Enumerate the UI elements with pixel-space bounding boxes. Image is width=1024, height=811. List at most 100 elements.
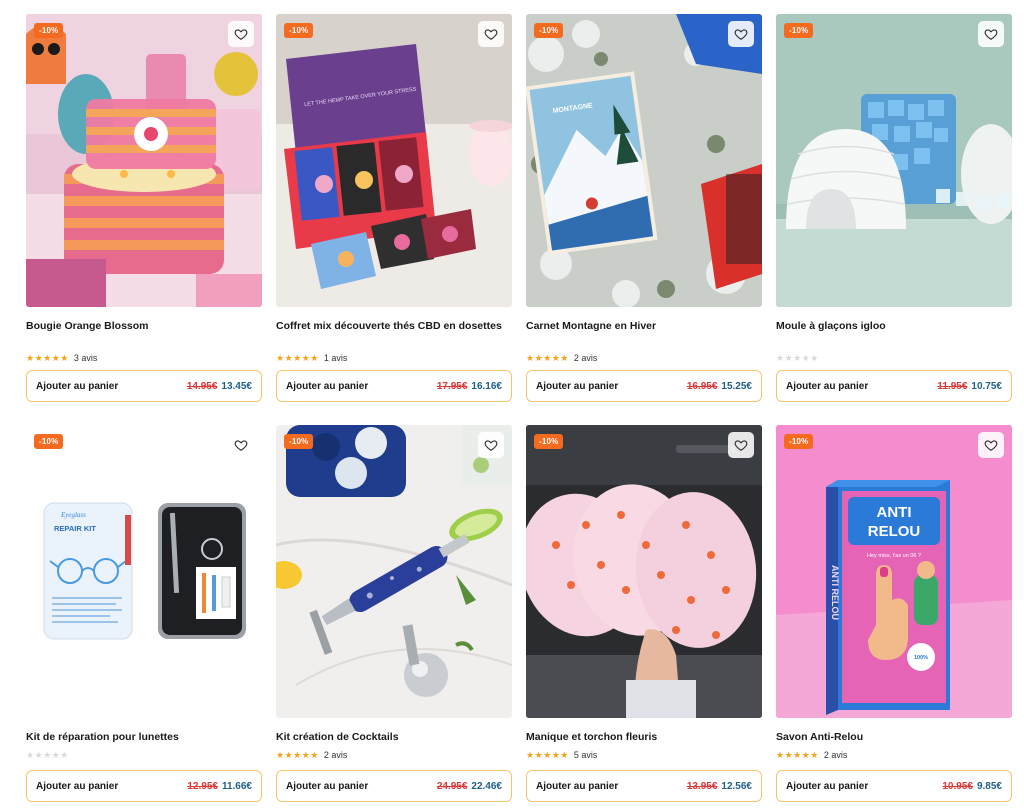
- heart-outline-icon: [734, 29, 748, 40]
- product-image[interactable]: Eyeglass REPAIR KIT -10%: [26, 425, 262, 718]
- product-image[interactable]: LET THE HEMP TAKE OVER YOUR STRESS -10%: [276, 14, 512, 307]
- old-price: 24.95€: [436, 780, 468, 792]
- product-rating: ★★★★★ 2 avis: [526, 351, 762, 365]
- product-card: MONTAGNE -10% Carnet Montagne en Hiver ★…: [526, 14, 762, 402]
- product-card: Eyeglass REPAIR KIT -10% Kit de réparati…: [26, 425, 262, 802]
- new-price: 15.25€: [721, 380, 752, 392]
- product-image[interactable]: -10%: [26, 14, 262, 307]
- igloo-mold-photo: [776, 14, 1012, 307]
- rating-stars: ★★★★★: [26, 352, 69, 363]
- add-to-cart-label: Ajouter au panier: [536, 780, 619, 792]
- discount-badge: -10%: [34, 434, 64, 449]
- product-image[interactable]: -10%: [276, 425, 512, 718]
- product-title[interactable]: Kit création de Cocktails: [276, 730, 512, 744]
- new-price: 11.66€: [221, 780, 252, 792]
- old-price: 16.95€: [686, 380, 718, 392]
- old-price: 13.95€: [686, 780, 718, 792]
- old-price: 10.95€: [942, 780, 973, 792]
- add-to-cart-label: Ajouter au panier: [36, 380, 119, 392]
- product-rating: ★★★★★ 5 avis: [526, 748, 762, 762]
- product-title[interactable]: Kit de réparation pour lunettes: [26, 730, 262, 744]
- product-image[interactable]: ANTI RELOU Hey miss, t'as un 06 ? ANTI R…: [776, 425, 1012, 718]
- price-block: 17.95€ 16.16€: [437, 381, 502, 392]
- product-card: -10% Moule à glaçons igloo ★★★★★ Ajouter…: [776, 14, 1012, 402]
- rating-count: 3 avis: [73, 353, 98, 363]
- repair-title-text: REPAIR KIT: [54, 524, 96, 533]
- notebook-photo: MONTAGNE: [526, 14, 762, 307]
- add-to-cart-label: Ajouter au panier: [536, 380, 619, 392]
- product-card: -10% Kit création de Cocktails ★★★★★ 2 a…: [276, 425, 512, 802]
- eyeglass-kit-photo: Eyeglass REPAIR KIT: [26, 425, 262, 718]
- add-to-cart-button[interactable]: Ajouter au panier 16.95€ 15.25€: [526, 370, 762, 402]
- rating-stars: ★★★★★: [276, 749, 319, 760]
- product-title[interactable]: Bougie Orange Blossom: [26, 319, 262, 347]
- heart-outline-icon: [984, 29, 998, 40]
- rating-count: 5 avis: [573, 750, 598, 760]
- soap-line1-text: ANTI: [877, 504, 912, 521]
- product-card: -10% Bougie Orange Blossom ★★★★★ 3 avis …: [26, 14, 262, 402]
- product-title[interactable]: Coffret mix découverte thés CBD en doset…: [276, 319, 512, 347]
- add-to-cart-button[interactable]: Ajouter au panier 10.95€ 9.85€: [776, 770, 1012, 802]
- add-to-cart-button[interactable]: Ajouter au panier 24.95€ 22.46€: [276, 770, 512, 802]
- discount-badge: -10%: [284, 434, 314, 449]
- add-to-cart-button[interactable]: Ajouter au panier 11.95€ 10.75€: [776, 370, 1012, 402]
- favorite-button[interactable]: [228, 21, 254, 47]
- cocktail-kit-photo: [276, 425, 512, 718]
- add-to-cart-label: Ajouter au panier: [36, 780, 119, 792]
- rating-stars: ★★★★★: [26, 749, 69, 760]
- oven-mitt-photo: [526, 425, 762, 718]
- new-price: 22.46€: [471, 780, 502, 792]
- rating-count: 2 avis: [823, 750, 848, 760]
- favorite-button[interactable]: [478, 21, 504, 47]
- add-to-cart-label: Ajouter au panier: [286, 380, 369, 392]
- new-price: 12.56€: [721, 780, 752, 792]
- new-price: 9.85€: [976, 780, 1002, 792]
- product-title[interactable]: Manique et torchon fleuris: [526, 730, 762, 744]
- add-to-cart-label: Ajouter au panier: [786, 380, 869, 392]
- price-block: 11.95€ 10.75€: [937, 381, 1002, 392]
- discount-badge: -10%: [534, 23, 564, 38]
- soap-tag-text: Hey miss, t'as un 06 ?: [867, 553, 921, 559]
- rating-stars: ★★★★★: [276, 352, 319, 363]
- product-rating: ★★★★★ 2 avis: [776, 748, 1012, 762]
- favorite-button[interactable]: [478, 432, 504, 458]
- product-card: ANTI RELOU Hey miss, t'as un 06 ? ANTI R…: [776, 425, 1012, 802]
- price-block: 10.95€ 9.85€: [942, 781, 1002, 792]
- price-block: 24.95€ 22.46€: [437, 781, 502, 792]
- product-rating: ★★★★★ 1 avis: [276, 351, 512, 365]
- old-price: 11.95€: [937, 380, 968, 392]
- favorite-button[interactable]: [728, 21, 754, 47]
- product-image[interactable]: -10%: [776, 14, 1012, 307]
- rating-stars: ★★★★★: [526, 749, 569, 760]
- product-card: -10% Manique et torchon fleuris ★★★★★ 5 …: [526, 425, 762, 802]
- rating-stars: ★★★★★: [776, 749, 819, 760]
- add-to-cart-button[interactable]: Ajouter au panier 13.95€ 12.56€: [526, 770, 762, 802]
- product-image[interactable]: MONTAGNE -10%: [526, 14, 762, 307]
- tea-box-photo: LET THE HEMP TAKE OVER YOUR STRESS: [276, 14, 512, 307]
- product-title[interactable]: Carnet Montagne en Hiver: [526, 319, 762, 347]
- discount-badge: -10%: [534, 434, 564, 449]
- discount-badge: -10%: [784, 23, 814, 38]
- add-to-cart-button[interactable]: Ajouter au panier 14.95€ 13.45€: [26, 370, 262, 402]
- price-block: 16.95€ 15.25€: [687, 381, 752, 392]
- heart-outline-icon: [234, 440, 248, 451]
- favorite-button[interactable]: [978, 21, 1004, 47]
- old-price: 17.95€: [436, 380, 468, 392]
- add-to-cart-button[interactable]: Ajouter au panier 17.95€ 16.16€: [276, 370, 512, 402]
- soap-pct-text: 100%: [914, 655, 928, 661]
- old-price: 14.95€: [186, 380, 218, 392]
- heart-outline-icon: [484, 29, 498, 40]
- favorite-button[interactable]: [728, 432, 754, 458]
- new-price: 13.45€: [221, 380, 252, 392]
- product-title[interactable]: Savon Anti-Relou: [776, 730, 1012, 744]
- soap-side-text: ANTI RELOU: [830, 565, 840, 620]
- product-title[interactable]: Moule à glaçons igloo: [776, 319, 1012, 347]
- discount-badge: -10%: [34, 23, 64, 38]
- favorite-button[interactable]: [228, 432, 254, 458]
- favorite-button[interactable]: [978, 432, 1004, 458]
- add-to-cart-button[interactable]: Ajouter au panier 12.95€ 11.66€: [26, 770, 262, 802]
- product-image[interactable]: -10%: [526, 425, 762, 718]
- add-to-cart-label: Ajouter au panier: [786, 780, 869, 792]
- heart-outline-icon: [234, 29, 248, 40]
- rating-count: 2 avis: [323, 750, 348, 760]
